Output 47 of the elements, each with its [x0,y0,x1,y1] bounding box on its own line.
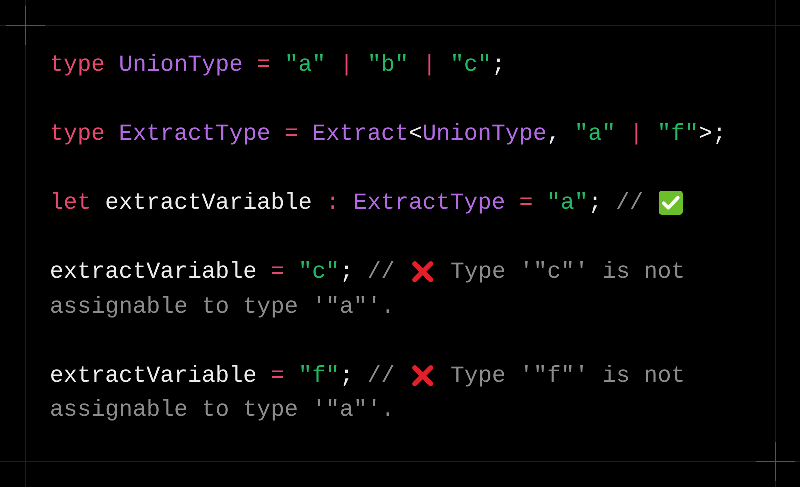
type-name: ExtractType [354,189,506,218]
operator: : [326,189,341,218]
comment: assignable to type '"a"'. [50,396,396,425]
operator: | [422,51,438,80]
operator: = [257,51,272,80]
type-name: ExtractType [119,120,272,149]
operator: = [270,362,286,390]
code-text: ; [340,258,355,287]
crosshair-mark [6,6,45,45]
check-icon [658,190,684,216]
code-text: extractVariable [50,362,258,390]
code-text: extractVariable [105,189,314,218]
comment: // [616,189,645,218]
string-literal: "a" [546,189,588,218]
comment: // [367,362,396,390]
keyword: type [50,120,106,149]
keyword: type [50,51,106,80]
type-name: Extract [312,120,409,149]
cross-icon [410,259,436,286]
code-text: ; [492,51,506,80]
code-text: < [408,120,423,149]
comment: Type '"c"' is not [450,258,686,287]
string-literal: "a" [284,51,328,80]
code-text: ; [588,189,604,218]
string-literal: "c" [450,51,492,80]
comment: Type '"f"' is not [450,362,686,390]
code-text: >; [698,120,726,149]
code-text: ; [340,362,355,390]
operator: = [270,258,286,287]
crosshair-mark [756,442,795,481]
keyword: let [50,189,92,218]
type-name: UnionType [422,120,547,149]
string-literal: "c" [298,258,340,287]
code-text: extractVariable [50,258,258,287]
string-literal: "f" [657,120,699,149]
type-name: UnionType [119,51,244,80]
string-literal: "a" [574,120,617,149]
operator: | [630,120,645,149]
comment: // [367,258,396,287]
string-literal: "b" [367,51,410,80]
operator: | [340,51,355,80]
code-text: , [546,120,562,149]
operator: = [519,189,534,218]
comment: assignable to type '"a"'. [50,292,396,322]
operator: = [284,120,300,149]
string-literal: "f" [298,362,340,390]
cross-icon [410,362,436,389]
